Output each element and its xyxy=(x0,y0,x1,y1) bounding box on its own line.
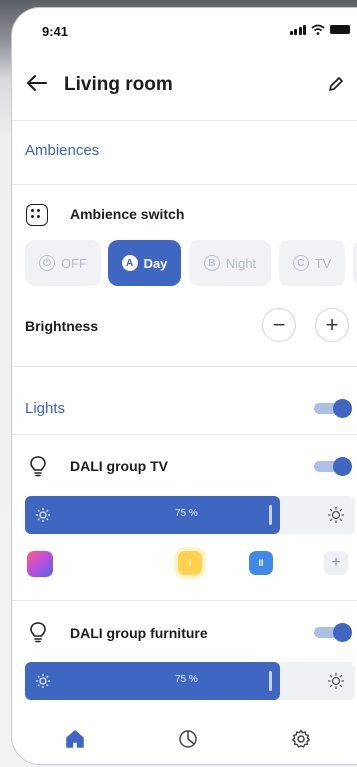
ambience-chip-day[interactable]: A Day xyxy=(108,240,181,286)
slider-fill xyxy=(25,662,280,700)
bulb-icon xyxy=(30,622,46,643)
chip-label: OFF xyxy=(61,255,87,271)
slider-value: 75 % xyxy=(175,508,198,519)
bulb-icon xyxy=(30,456,46,477)
letter-a-icon: A xyxy=(121,255,138,271)
arrow-left-icon[interactable] xyxy=(26,72,48,94)
divider xyxy=(12,600,357,601)
brightness-slider[interactable]: 75 % xyxy=(25,496,355,534)
chip-label: TV xyxy=(314,255,332,271)
wifi-icon xyxy=(311,24,325,35)
light-group-name: DALI group TV xyxy=(70,458,168,474)
settings-gear-icon[interactable] xyxy=(290,728,312,750)
lights-master-toggle[interactable] xyxy=(314,399,352,418)
brightness-increase-button[interactable]: + xyxy=(315,308,349,342)
color-picker-swatch[interactable] xyxy=(27,551,53,577)
signal-icon xyxy=(289,24,306,35)
ambiences-section-title: Ambiences xyxy=(25,142,100,159)
letter-b-icon: B xyxy=(203,255,220,271)
divider xyxy=(12,434,357,435)
page-title: Living room xyxy=(64,74,173,95)
lights-section-title: Lights xyxy=(25,400,66,417)
switch-dots-icon xyxy=(26,204,48,226)
chip-label: Night xyxy=(225,255,257,271)
scene-button-yellow[interactable]: I xyxy=(178,551,202,575)
chip-label: Day xyxy=(143,255,168,271)
brightness-label: Brightness xyxy=(25,318,99,334)
sun-large-icon xyxy=(328,673,344,689)
status-time: 9:41 xyxy=(42,24,69,39)
bottom-navigation xyxy=(12,712,357,764)
home-icon[interactable] xyxy=(64,728,86,750)
ambience-chip-off[interactable]: ⏻ OFF xyxy=(25,240,101,286)
scene-button-blue[interactable]: II xyxy=(249,551,273,575)
ambience-chip-more[interactable] xyxy=(353,240,357,286)
battery-icon xyxy=(330,25,350,34)
sun-small-icon xyxy=(36,508,50,522)
brightness-decrease-button[interactable]: − xyxy=(262,308,296,342)
ambience-chip-tv[interactable]: C TV xyxy=(279,240,345,286)
pencil-icon[interactable] xyxy=(326,74,346,94)
light-group-toggle[interactable] xyxy=(314,457,352,476)
slider-value: 75 % xyxy=(175,674,198,685)
ambience-chip-row: ⏻ OFF A Day B Night C TV xyxy=(25,240,357,288)
divider xyxy=(12,184,357,185)
ambience-switch-label: Ambience switch xyxy=(70,206,185,222)
status-bar: 9:41 xyxy=(12,8,357,52)
header: Living room xyxy=(12,60,357,112)
phone-screen: 9:41 Living room Ambiences Ambience swit… xyxy=(12,8,357,764)
power-icon: ⏻ xyxy=(39,255,55,271)
chart-pie-icon[interactable] xyxy=(177,728,199,750)
sun-small-icon xyxy=(36,674,50,688)
add-scene-button[interactable]: + xyxy=(324,551,348,575)
letter-c-icon: C xyxy=(292,255,309,271)
slider-handle[interactable] xyxy=(269,671,272,691)
ambience-chip-night[interactable]: B Night xyxy=(189,240,271,286)
divider xyxy=(12,120,357,121)
slider-fill xyxy=(25,496,280,534)
light-group-name: DALI group furniture xyxy=(70,625,208,641)
sun-large-icon xyxy=(328,507,344,523)
status-icons xyxy=(289,24,350,35)
light-group-toggle[interactable] xyxy=(314,623,352,642)
divider xyxy=(12,366,357,367)
slider-handle[interactable] xyxy=(269,505,272,525)
brightness-slider[interactable]: 75 % xyxy=(25,662,355,700)
